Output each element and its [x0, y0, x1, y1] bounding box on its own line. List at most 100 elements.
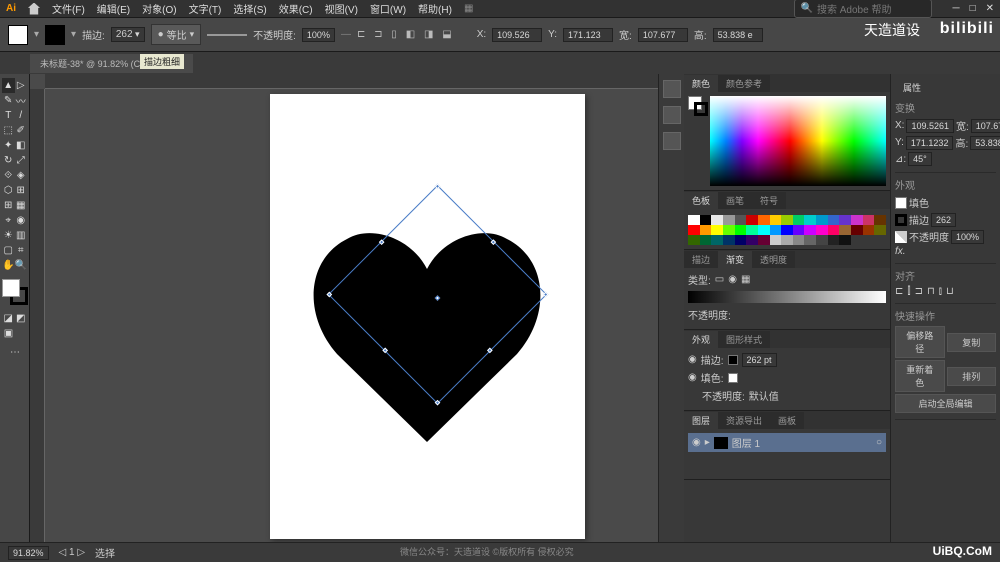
menu-window[interactable]: 窗口(W) — [370, 1, 406, 16]
home-icon[interactable] — [28, 3, 40, 15]
align-right-icon[interactable]: ⊐ — [915, 286, 923, 297]
tab-artboards[interactable]: 画板 — [770, 412, 804, 429]
menu-select[interactable]: 选择(S) — [233, 1, 266, 16]
swatch-cell[interactable] — [781, 215, 793, 225]
tab-brushes[interactable]: 画笔 — [718, 192, 752, 209]
gradient-slider[interactable] — [688, 291, 886, 303]
brush-tool[interactable]: ✐ — [15, 123, 28, 138]
prop-fill-swatch[interactable] — [895, 197, 907, 209]
zoom-tool[interactable]: 🔍 — [15, 258, 28, 273]
tab-layers[interactable]: 图层 — [684, 412, 718, 429]
swatch-cell[interactable] — [711, 225, 723, 235]
prop-opacity-field[interactable]: 100% — [951, 230, 984, 244]
artboard-nav-icon[interactable]: ◁ 1 ▷ — [59, 547, 86, 558]
minimize-icon[interactable]: ─ — [952, 3, 959, 14]
prop-angle-field[interactable]: 45° — [908, 152, 932, 166]
w-field[interactable]: 107.677 — [638, 28, 688, 42]
scale-tool[interactable]: ⤢ — [15, 153, 28, 168]
swatch-cell[interactable] — [700, 225, 712, 235]
stroke-weight-field[interactable]: 262 ▾ — [111, 27, 145, 42]
menu-type[interactable]: 文字(T) — [189, 1, 222, 16]
menu-file[interactable]: 文件(F) — [52, 1, 85, 16]
align-hcenter-icon[interactable]: ⫿ — [907, 286, 910, 297]
color-mode-icon[interactable]: ◪ — [2, 311, 15, 326]
prop-w-field[interactable]: 107.678 — [971, 119, 1000, 133]
tab-stroke[interactable]: 描边 — [684, 251, 718, 268]
h-field[interactable]: 53.838 e — [713, 28, 763, 42]
shaper-tool[interactable]: ✦ — [2, 138, 15, 153]
swatch-cell[interactable] — [688, 235, 700, 245]
swatch-cell[interactable] — [874, 225, 886, 235]
prop-y-field[interactable]: 171.1232 — [906, 136, 954, 150]
hand-tool[interactable]: ✋ — [2, 258, 15, 273]
tab-transparency[interactable]: 透明度 — [752, 251, 795, 268]
fill-stroke-swatch[interactable] — [2, 279, 28, 305]
canvas[interactable] — [30, 74, 658, 542]
toolbox-fill-icon[interactable] — [2, 279, 20, 297]
ruler-horizontal[interactable] — [45, 74, 658, 89]
swatch-cell[interactable] — [863, 215, 875, 225]
swatch-cell[interactable] — [746, 235, 758, 245]
swatch-cell[interactable] — [711, 235, 723, 245]
eraser-tool[interactable]: ◧ — [15, 138, 28, 153]
width-tool[interactable]: ⟐ — [2, 168, 15, 183]
swatch-cell[interactable] — [735, 235, 747, 245]
blend-tool[interactable]: ◉ — [15, 213, 28, 228]
swatch-cell[interactable] — [804, 215, 816, 225]
swatch-cell[interactable] — [839, 225, 851, 235]
swatch-cell[interactable] — [839, 215, 851, 225]
heart-shape[interactable] — [302, 224, 552, 444]
appear-stroke-row[interactable]: ◉描边:262 pt — [688, 352, 886, 367]
pen-tool[interactable]: ✎ — [2, 93, 15, 108]
swatch-cell[interactable] — [770, 215, 782, 225]
swatch-cell[interactable] — [723, 235, 735, 245]
swatch-cell[interactable] — [711, 215, 723, 225]
artboard-tool[interactable]: ▢ — [2, 243, 15, 258]
prop-h-field[interactable]: 53.8385 — [970, 136, 1000, 150]
layer-name[interactable]: 图层 1 — [732, 435, 760, 450]
swatch-cell[interactable] — [793, 235, 805, 245]
align-bottom-icon[interactable]: ⊔ — [946, 286, 954, 297]
tab-appearance[interactable]: 外观 — [684, 331, 718, 348]
prop-stroke-field[interactable]: 262 — [931, 213, 956, 227]
swatch-cell[interactable] — [688, 225, 700, 235]
fill-swatch[interactable] — [8, 25, 28, 45]
align-icons[interactable]: ⊏ ⊐ ▯ — [357, 29, 400, 40]
menu-effect[interactable]: 效果(C) — [279, 1, 313, 16]
color-stroke-icon[interactable] — [694, 102, 708, 116]
brush-preview-icon[interactable] — [207, 34, 247, 36]
menu-view[interactable]: 视图(V) — [325, 1, 358, 16]
color-spectrum[interactable] — [710, 96, 886, 186]
swatch-cell[interactable] — [828, 225, 840, 235]
swatch-cell[interactable] — [723, 215, 735, 225]
swatch-cell[interactable] — [781, 225, 793, 235]
swatch-cell[interactable] — [874, 215, 886, 225]
panel-icon[interactable] — [663, 80, 681, 98]
tab-gradient[interactable]: 渐变 — [718, 251, 752, 268]
direct-selection-tool[interactable]: ▷ — [15, 78, 28, 93]
swatch-cell[interactable] — [700, 215, 712, 225]
swatch-cell[interactable] — [758, 235, 770, 245]
menu-object[interactable]: 对象(O) — [142, 1, 176, 16]
tab-properties[interactable]: 属性 — [895, 79, 929, 96]
perspective-tool[interactable]: ⊞ — [15, 183, 28, 198]
rectangle-tool[interactable]: ⬚ — [2, 123, 15, 138]
gradient-tool[interactable]: ▦ — [15, 198, 28, 213]
tab-color[interactable]: 颜色 — [684, 75, 718, 92]
prop-opacity-icon[interactable] — [895, 231, 907, 243]
swatch-cell[interactable] — [781, 235, 793, 245]
swatch-cell[interactable] — [816, 225, 828, 235]
tab-color-guide[interactable]: 颜色参考 — [718, 75, 770, 92]
close-icon[interactable]: ✕ — [986, 3, 994, 14]
symbol-tool[interactable]: ☀ — [2, 228, 15, 243]
eyedropper-tool[interactable]: ⌖ — [2, 213, 15, 228]
selection-tool[interactable]: ▲ — [2, 78, 15, 93]
swatch-cell[interactable] — [688, 215, 700, 225]
rotate-tool[interactable]: ↻ — [2, 153, 15, 168]
tab-symbols[interactable]: 符号 — [752, 192, 786, 209]
expand-icon[interactable]: ▸ — [705, 437, 710, 448]
grad-freeform-icon[interactable]: ▦ — [741, 274, 750, 285]
help-search[interactable]: 🔍 搜索 Adobe 帮助 — [794, 0, 933, 18]
panel-icon[interactable] — [663, 106, 681, 124]
swatch-cell[interactable] — [851, 215, 863, 225]
